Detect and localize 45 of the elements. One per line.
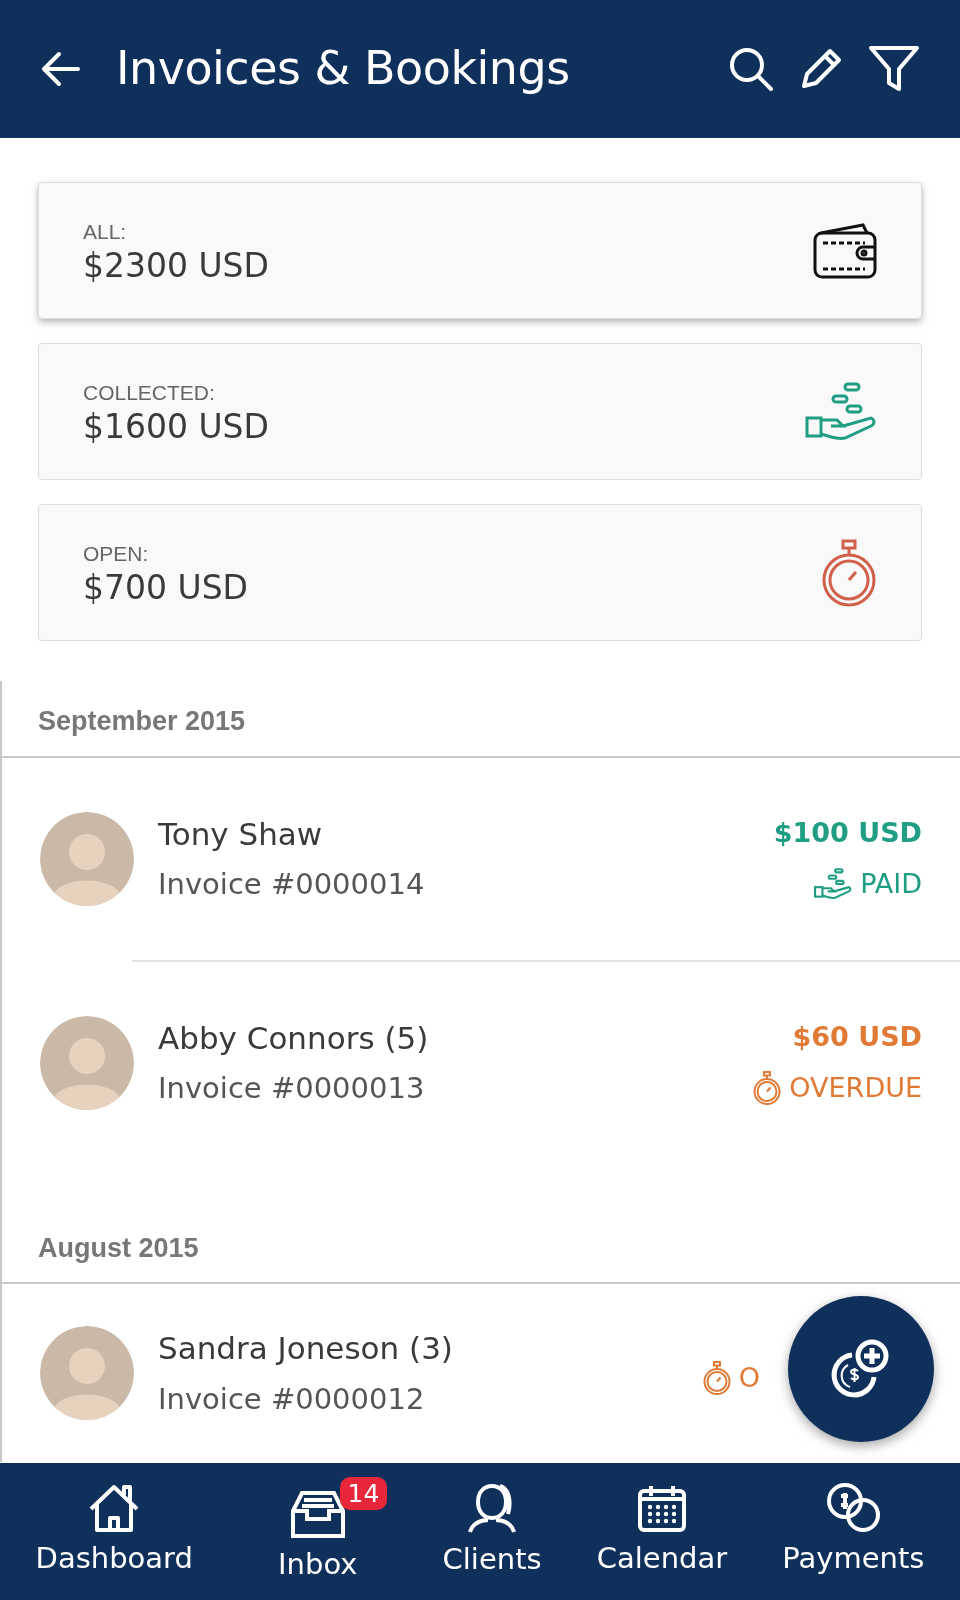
nav-tab[interactable]: Dashboard [35, 1482, 193, 1581]
summary-label: COLLECTED: [83, 379, 216, 406]
status-label: OVERDUE [789, 1070, 922, 1105]
invoice-row[interactable]: Tony Shaw Invoice #0000014 $100 USD PAID [2, 757, 960, 960]
hand-coins-icon [814, 867, 853, 900]
stopwatch-icon [821, 538, 877, 607]
status-label: PAID [860, 866, 922, 901]
stopwatch-icon [702, 1361, 731, 1395]
home-icon [88, 1482, 141, 1533]
client-name: Sandra Joneson (3) [158, 1329, 453, 1368]
summary-amount: $700 USD [83, 569, 248, 608]
tray-icon [289, 1488, 346, 1539]
hand-coins-icon [805, 381, 877, 442]
summary-label: OPEN: [83, 540, 150, 567]
summary-amount: $2300 USD [83, 247, 269, 286]
invoice-amount: $100 USD [773, 816, 922, 850]
invoice-row[interactable]: Sandra Joneson (3) Invoice #0000012 O [2, 1284, 770, 1462]
stopwatch-icon [753, 1070, 782, 1105]
invoice-row[interactable]: Abby Connors (5) Invoice #0000013 $60 USD OVERDUE [2, 961, 960, 1164]
screen-title: Invoices & Bookings [116, 41, 570, 97]
section-header: August 2015 [2, 1207, 960, 1284]
summary-card[interactable]: ALL: $2300 USD [38, 182, 922, 319]
summary-label: ALL: [83, 218, 128, 245]
coins-icon [825, 1482, 882, 1533]
client-name: Tony Shaw [158, 814, 324, 854]
search-button[interactable] [728, 46, 774, 92]
invoice-number: Invoice #0000014 [158, 866, 425, 903]
status-label: O [738, 1360, 760, 1395]
summary-card[interactable]: OPEN: $700 USD [38, 504, 922, 641]
invoice-amount: $60 USD [791, 1020, 922, 1054]
section-header: September 2015 [2, 681, 960, 758]
nav-tab[interactable]: Calendar [596, 1482, 728, 1581]
nav-tab[interactable]: Payments [782, 1482, 925, 1581]
summary-amount: $1600 USD [83, 408, 269, 447]
wallet-icon [813, 222, 877, 279]
invoice-number: Invoice #0000013 [158, 1070, 426, 1107]
summary-card[interactable]: COLLECTED: $1600 USD [38, 343, 922, 480]
filter-button[interactable] [868, 45, 920, 93]
nav-tab[interactable]: Clients [442, 1481, 542, 1582]
add-payment-button[interactable] [788, 1296, 934, 1442]
nav-tab[interactable]: 14 Inbox [248, 1476, 388, 1587]
person-icon [466, 1481, 519, 1534]
invoice-number: Invoice #0000012 [158, 1380, 426, 1418]
unread-count-badge: 14 [339, 1476, 388, 1510]
client-name: Abby Connors (5) [158, 1018, 429, 1058]
